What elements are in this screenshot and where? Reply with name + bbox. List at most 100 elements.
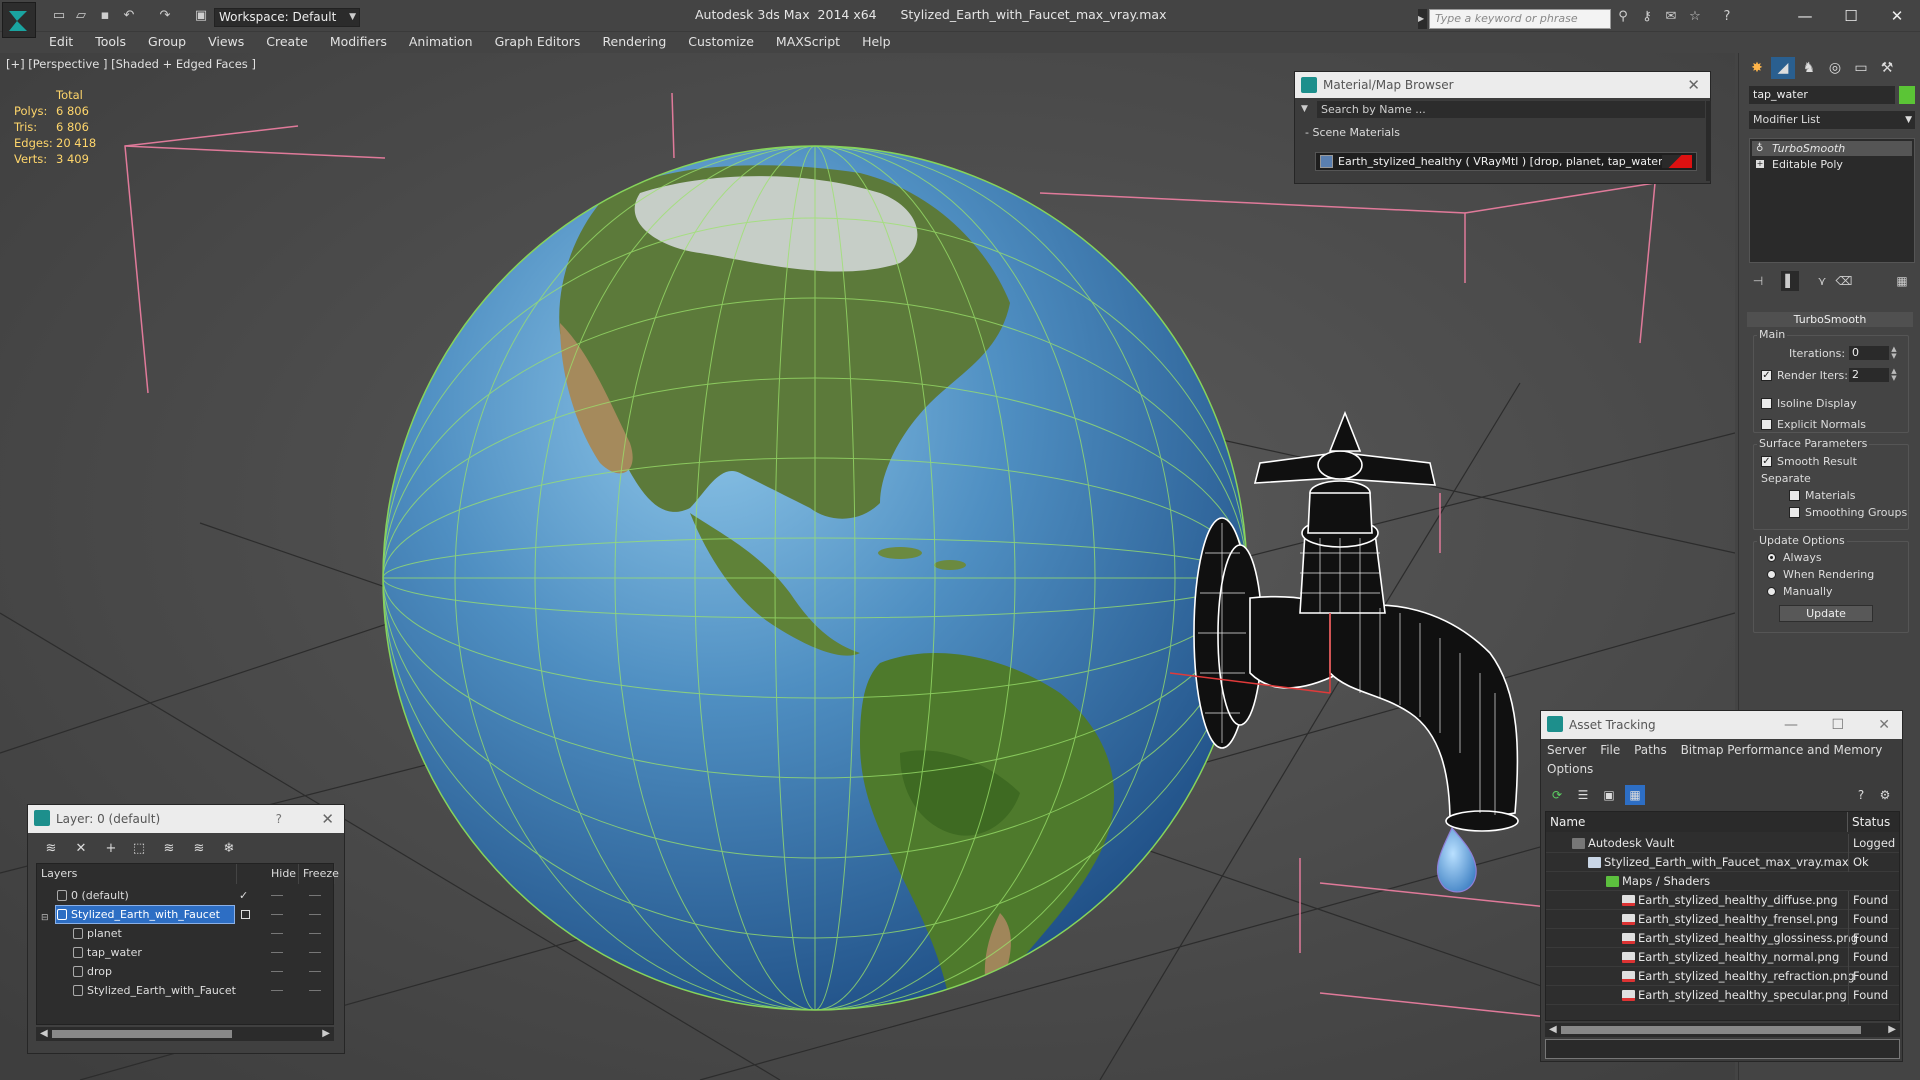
- app-logo-icon[interactable]: [2, 2, 36, 38]
- hide-toggle[interactable]: [271, 990, 283, 991]
- menu-edit[interactable]: Edit: [38, 32, 84, 52]
- layer-row-selected[interactable]: ⊟ Stylized_Earth_with_Faucet: [37, 905, 333, 924]
- when-rendering-radio[interactable]: [1767, 570, 1776, 579]
- viewport-label[interactable]: [+] [Perspective ] [Shaded + Edged Faces…: [6, 57, 256, 71]
- col-hide[interactable]: Hide: [267, 864, 299, 884]
- help-icon[interactable]: ?: [1851, 785, 1871, 805]
- delete-layer-icon[interactable]: ✕: [70, 838, 92, 860]
- close-icon[interactable]: ✕: [1878, 711, 1890, 739]
- menu-file[interactable]: File: [1600, 743, 1620, 757]
- close-icon[interactable]: ✕: [1874, 4, 1920, 28]
- material-browser-titlebar[interactable]: Material/Map Browser ✕: [1295, 72, 1710, 98]
- explicit-normals-checkbox[interactable]: [1761, 419, 1772, 430]
- asset-window-titlebar[interactable]: Asset Tracking — ☐ ✕: [1541, 711, 1902, 739]
- asset-path-field[interactable]: [1545, 1039, 1900, 1059]
- asset-row[interactable]: Earth_stylized_healthy_diffuse.png Found: [1546, 891, 1899, 910]
- modify-tab-icon[interactable]: ◢: [1771, 57, 1795, 79]
- make-current-box[interactable]: [241, 910, 250, 919]
- expand-icon[interactable]: +: [1756, 160, 1764, 168]
- smooth-result-checkbox[interactable]: ✓: [1761, 456, 1772, 467]
- binoculars-icon[interactable]: ⚲: [1614, 9, 1632, 25]
- spinner-arrows-icon[interactable]: ▲ ▼: [1890, 368, 1898, 382]
- table-view-icon[interactable]: ▦: [1625, 785, 1645, 805]
- minimize-icon[interactable]: —: [1782, 4, 1828, 28]
- scrollbar[interactable]: [1706, 101, 1711, 181]
- hide-toggle[interactable]: [271, 895, 283, 896]
- col-freeze[interactable]: Freeze: [299, 864, 339, 884]
- hide-toggle[interactable]: [271, 971, 283, 972]
- hierarchy-tab-icon[interactable]: ♞: [1797, 57, 1821, 79]
- menu-maxscript[interactable]: MAXScript: [765, 32, 851, 52]
- active-check-icon[interactable]: ✓: [239, 886, 248, 905]
- project-folder-icon[interactable]: ▣: [192, 8, 210, 24]
- freeze-toggle[interactable]: [309, 933, 321, 934]
- make-unique-icon[interactable]: ⋎: [1813, 271, 1831, 291]
- menu-graph-editors[interactable]: Graph Editors: [484, 32, 592, 52]
- freeze-toggle[interactable]: [309, 990, 321, 991]
- highlight-layer-icon[interactable]: ≋: [158, 838, 180, 860]
- stack-item-turbosmooth[interactable]: ♁ TurboSmooth: [1752, 141, 1912, 156]
- help-icon[interactable]: ?: [1718, 9, 1736, 25]
- asset-row[interactable]: Earth_stylized_healthy_refraction.png Fo…: [1546, 967, 1899, 986]
- col-status[interactable]: Status: [1848, 812, 1899, 832]
- manually-radio[interactable]: [1767, 587, 1776, 596]
- layer-window-titlebar[interactable]: Layer: 0 (default) ? ✕: [28, 805, 344, 833]
- menu-bitmap-performance[interactable]: Bitmap Performance and Memory: [1681, 743, 1883, 757]
- maximize-icon[interactable]: ☐: [1828, 4, 1874, 28]
- show-end-result-icon[interactable]: ▌: [1781, 271, 1799, 291]
- communication-icon[interactable]: ✉: [1662, 9, 1680, 25]
- create-tab-icon[interactable]: ✸: [1745, 57, 1769, 79]
- object-color-swatch[interactable]: [1899, 86, 1915, 104]
- menu-paths[interactable]: Paths: [1634, 743, 1667, 757]
- search-expand-icon[interactable]: ▶: [1418, 9, 1427, 29]
- freeze-toggle[interactable]: [309, 952, 321, 953]
- materials-checkbox[interactable]: [1789, 490, 1800, 501]
- scene-materials-section[interactable]: - Scene Materials: [1305, 126, 1400, 139]
- update-button[interactable]: Update: [1779, 605, 1873, 622]
- menu-help[interactable]: Help: [851, 32, 902, 52]
- scroll-thumb[interactable]: [1561, 1026, 1861, 1034]
- favorites-star-icon[interactable]: ☆: [1686, 9, 1704, 25]
- scroll-thumb[interactable]: [52, 1030, 232, 1038]
- open-file-icon[interactable]: ▱: [72, 8, 90, 24]
- isoline-display-checkbox[interactable]: [1761, 398, 1772, 409]
- thumbnail-view-icon[interactable]: ▣: [1599, 785, 1619, 805]
- hide-toggle[interactable]: [271, 914, 283, 915]
- undo-icon[interactable]: ↶: [120, 8, 138, 24]
- scroll-left-icon[interactable]: ◀: [1549, 1023, 1557, 1037]
- menu-animation[interactable]: Animation: [398, 32, 484, 52]
- scroll-right-icon[interactable]: ▶: [1888, 1023, 1896, 1037]
- horizontal-scrollbar[interactable]: ◀ ▶: [36, 1027, 334, 1041]
- turbosmooth-rollout-header[interactable]: TurboSmooth: [1747, 312, 1913, 327]
- workspace-dropdown[interactable]: Workspace: Default ▼: [214, 8, 360, 27]
- freeze-toggle[interactable]: [309, 895, 321, 896]
- asset-row[interactable]: Earth_stylized_healthy_glossiness.png Fo…: [1546, 929, 1899, 948]
- help-search-input[interactable]: Type a keyword or phrase: [1429, 9, 1611, 29]
- close-icon[interactable]: ✕: [321, 805, 334, 833]
- lightbulb-icon[interactable]: ♁: [1756, 141, 1763, 156]
- layer-row[interactable]: drop: [37, 962, 333, 981]
- configure-sets-icon[interactable]: ▦: [1893, 271, 1911, 291]
- options-menu-icon[interactable]: ▼: [1301, 104, 1308, 114]
- object-name-field[interactable]: tap_water: [1749, 86, 1895, 104]
- asset-row[interactable]: Earth_stylized_healthy_specular.png Foun…: [1546, 986, 1899, 1005]
- settings-icon[interactable]: ⚙: [1875, 785, 1895, 805]
- scroll-right-icon[interactable]: ▶: [322, 1027, 330, 1041]
- stack-item-editable-poly[interactable]: + Editable Poly: [1752, 157, 1912, 172]
- maximize-icon[interactable]: ☐: [1831, 711, 1844, 739]
- menu-modifiers[interactable]: Modifiers: [319, 32, 398, 52]
- refresh-icon[interactable]: ⟳: [1547, 785, 1567, 805]
- list-view-icon[interactable]: ☰: [1573, 785, 1593, 805]
- menu-tools[interactable]: Tools: [84, 32, 137, 52]
- layer-row[interactable]: planet: [37, 924, 333, 943]
- menu-create[interactable]: Create: [255, 32, 319, 52]
- hide-toggle[interactable]: [271, 952, 283, 953]
- material-item[interactable]: Earth_stylized_healthy ( VRayMtl ) [drop…: [1315, 152, 1697, 171]
- subscription-icon[interactable]: ⚷: [1638, 9, 1656, 25]
- asset-row[interactable]: Earth_stylized_healthy_normal.png Found: [1546, 948, 1899, 967]
- freeze-toggle[interactable]: [309, 971, 321, 972]
- modifier-list-dropdown[interactable]: Modifier List ▼: [1749, 111, 1915, 129]
- hide-all-icon[interactable]: ≋: [188, 838, 210, 860]
- menu-options[interactable]: Options: [1547, 762, 1593, 776]
- freeze-toggle[interactable]: [309, 914, 321, 915]
